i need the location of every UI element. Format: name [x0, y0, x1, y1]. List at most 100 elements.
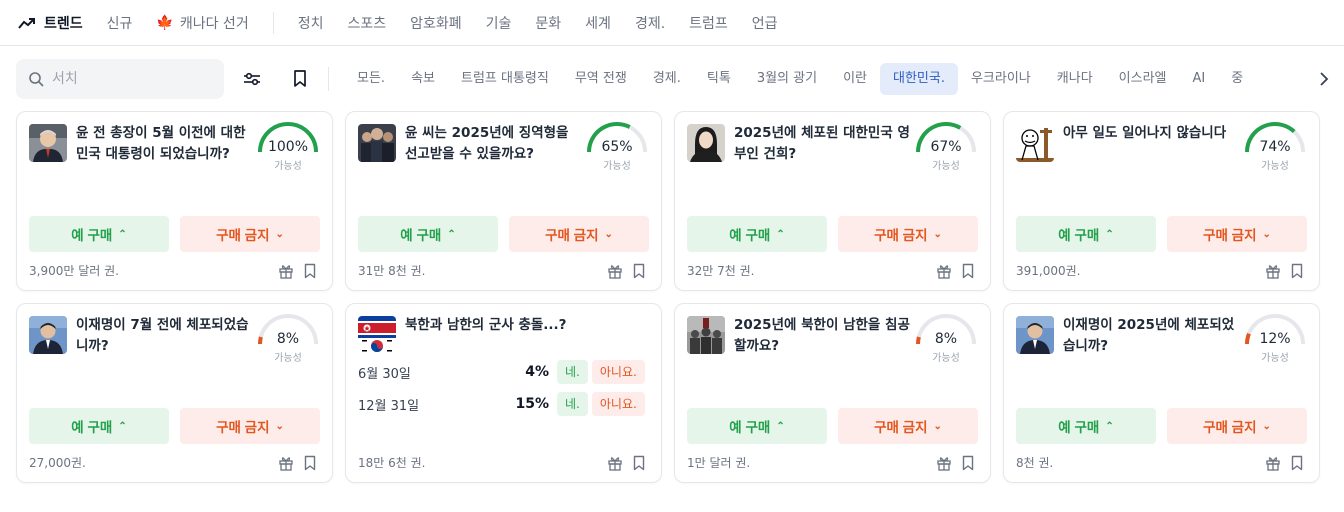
- market-title[interactable]: 2025년에 체포된 대한민국 영부인 건희?: [734, 123, 912, 165]
- buy-no-button[interactable]: 구매 금지 ⌄: [838, 408, 978, 444]
- outcome-no-button[interactable]: 아니요.: [591, 392, 645, 416]
- bookmark-button[interactable]: [302, 263, 318, 279]
- tag-chip[interactable]: 캐나다: [1044, 63, 1106, 95]
- buy-no-button[interactable]: 구매 금지 ⌄: [838, 216, 978, 252]
- outcome-row: 12월 31일 15% 네. 아니요.: [358, 392, 649, 416]
- nav-canada-election[interactable]: 🍁 캐나다 선거: [156, 13, 248, 33]
- nav-category[interactable]: 스포츠: [347, 13, 386, 33]
- gift-button[interactable]: [1265, 263, 1281, 279]
- tag-chip[interactable]: 우크라이나: [958, 63, 1044, 95]
- tag-chip[interactable]: AI: [1180, 63, 1219, 95]
- outcome-yes-button[interactable]: 네.: [557, 360, 588, 384]
- search-box: [16, 59, 224, 99]
- market-thumbnail: [687, 124, 725, 162]
- bookmark-button[interactable]: [960, 263, 976, 279]
- nav-category-label: 세계: [585, 15, 611, 32]
- buy-yes-button[interactable]: 예 구매 ⌃: [1016, 216, 1156, 252]
- buy-yes-button[interactable]: 예 구매 ⌃: [1016, 408, 1156, 444]
- market-title[interactable]: 이재명이 2025년에 체포되었습니까?: [1063, 315, 1241, 357]
- buy-no-button[interactable]: 구매 금지 ⌄: [1167, 408, 1307, 444]
- bookmark-icon: [1291, 455, 1303, 471]
- search-input[interactable]: [52, 71, 212, 87]
- buy-yes-label: 예 구매: [1058, 420, 1100, 435]
- gift-icon: [608, 457, 622, 471]
- probability-gauge: 8% 가능성: [914, 312, 978, 364]
- nav-category[interactable]: 세계: [585, 13, 611, 33]
- tag-chip[interactable]: 속보: [398, 63, 448, 95]
- bookmark-button[interactable]: [631, 263, 647, 279]
- market-title[interactable]: 윤 전 총장이 5월 이전에 대한민국 대통령이 되었습니까?: [76, 123, 254, 165]
- market-card[interactable]: 이재명이 7월 전에 체포되었습니까? 8% 가능성 예 구매 ⌃ 구매 금지 …: [16, 303, 333, 483]
- gift-button[interactable]: [607, 263, 623, 279]
- tag-chip[interactable]: 무역 전쟁: [562, 63, 640, 95]
- nav-category[interactable]: 정치: [298, 13, 324, 33]
- double-chevron-up-icon: ⌃: [1105, 228, 1114, 240]
- tag-chip[interactable]: 3월의 광기: [744, 63, 830, 95]
- buy-no-button[interactable]: 구매 금지 ⌄: [1167, 216, 1307, 252]
- tag-chip[interactable]: 트럼프 대통령직: [448, 63, 562, 95]
- bookmark-button[interactable]: [960, 455, 976, 471]
- buy-yes-button[interactable]: 예 구매 ⌃: [358, 216, 498, 252]
- nav-category[interactable]: 트럼프: [689, 13, 728, 33]
- nav-new[interactable]: 신규: [107, 13, 133, 33]
- nav-trending[interactable]: 트렌드: [18, 13, 83, 33]
- market-title[interactable]: 2025년에 북한이 남한을 침공할까요?: [734, 315, 912, 357]
- nav-category[interactable]: 암호화폐: [410, 13, 462, 33]
- tag-chip[interactable]: 모든.: [344, 63, 398, 95]
- tag-chip[interactable]: 이란: [830, 63, 880, 95]
- tag-chip[interactable]: 대한민국.: [879, 63, 958, 95]
- gift-button[interactable]: [936, 263, 952, 279]
- market-card[interactable]: 2025년에 북한이 남한을 침공할까요? 8% 가능성 예 구매 ⌃ 구매 금…: [674, 303, 991, 483]
- gift-button[interactable]: [607, 455, 623, 471]
- buy-no-button[interactable]: 구매 금지 ⌄: [180, 408, 320, 444]
- bookmark-button[interactable]: [1289, 455, 1305, 471]
- buy-yes-button[interactable]: 예 구매 ⌃: [29, 216, 169, 252]
- nav-category[interactable]: 기술: [486, 13, 512, 33]
- nav-category[interactable]: 문화: [535, 13, 561, 33]
- market-title[interactable]: 윤 씨는 2025년에 징역형을 선고받을 수 있을까요?: [405, 123, 583, 165]
- buy-no-button[interactable]: 구매 금지 ⌄: [180, 216, 320, 252]
- bookmark-button[interactable]: [1289, 263, 1305, 279]
- gift-icon: [608, 265, 622, 279]
- trending-icon: [18, 17, 35, 29]
- market-card[interactable]: 아무 일도 일어나지 않습니다 74% 가능성 예 구매 ⌃ 구매 금지 ⌄ 3…: [1003, 111, 1320, 291]
- tag-chip[interactable]: 경제.: [640, 63, 694, 95]
- outcome-label: 6월 30일: [358, 366, 411, 382]
- filter-button[interactable]: [240, 67, 264, 91]
- market-volume: 18만 6천 권.: [358, 456, 426, 470]
- market-card[interactable]: 윤 전 총장이 5월 이전에 대한민국 대통령이 되었습니까? 100% 가능성…: [16, 111, 333, 291]
- double-chevron-down-icon: ⌄: [933, 420, 942, 432]
- market-card[interactable]: 2025년에 체포된 대한민국 영부인 건희? 67% 가능성 예 구매 ⌃ 구…: [674, 111, 991, 291]
- outcome-no-button[interactable]: 아니요.: [591, 360, 645, 384]
- tag-chip[interactable]: 중: [1218, 63, 1256, 95]
- gift-button[interactable]: [278, 455, 294, 471]
- gift-button[interactable]: [1265, 455, 1281, 471]
- bookmark-button[interactable]: [631, 455, 647, 471]
- bookmark-filter-button[interactable]: [288, 67, 312, 91]
- buy-yes-button[interactable]: 예 구매 ⌃: [687, 216, 827, 252]
- probability-percent: 100%: [267, 139, 309, 155]
- gift-button[interactable]: [278, 263, 294, 279]
- market-title[interactable]: 아무 일도 일어나지 않습니다: [1063, 123, 1241, 144]
- gift-button[interactable]: [936, 455, 952, 471]
- outcome-label: 12월 31일: [358, 398, 420, 414]
- scroll-right-button[interactable]: [1314, 69, 1334, 89]
- probability-percent: 12%: [1259, 331, 1291, 347]
- market-title[interactable]: 이재명이 7월 전에 체포되었습니까?: [76, 315, 254, 357]
- buy-no-button[interactable]: 구매 금지 ⌄: [509, 216, 649, 252]
- market-card[interactable]: 이재명이 2025년에 체포되었습니까? 12% 가능성 예 구매 ⌃ 구매 금…: [1003, 303, 1320, 483]
- buy-yes-button[interactable]: 예 구매 ⌃: [29, 408, 169, 444]
- outcome-yes-button[interactable]: 네.: [557, 392, 588, 416]
- market-card[interactable]: 북한과 남한의 군사 충돌...? 6월 30일 4% 네. 아니요. 12월 …: [345, 303, 662, 483]
- market-title[interactable]: 북한과 남한의 군사 충돌...?: [405, 315, 635, 336]
- nav-category[interactable]: 언급: [752, 13, 778, 33]
- probability-gauge: 67% 가능성: [914, 120, 978, 172]
- buy-yes-button[interactable]: 예 구매 ⌃: [687, 408, 827, 444]
- tag-chip[interactable]: 틱톡: [694, 63, 744, 95]
- bookmark-button[interactable]: [302, 455, 318, 471]
- market-card[interactable]: 윤 씨는 2025년에 징역형을 선고받을 수 있을까요? 65% 가능성 예 …: [345, 111, 662, 291]
- tag-chip[interactable]: 이스라엘: [1106, 63, 1180, 95]
- nav-category[interactable]: 경제.: [635, 13, 665, 33]
- probability-label: 가능성: [274, 353, 302, 364]
- double-chevron-up-icon: ⌃: [118, 420, 127, 432]
